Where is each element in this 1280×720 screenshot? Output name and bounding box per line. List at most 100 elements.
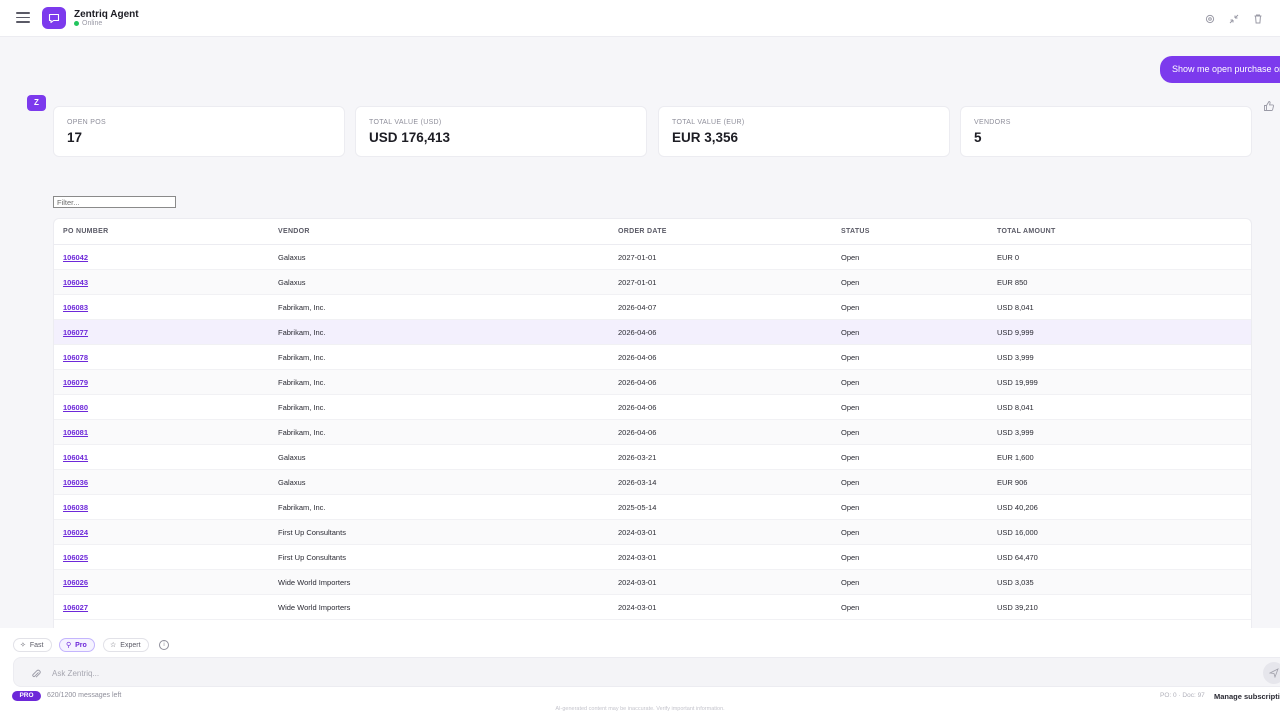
status-dot-icon	[74, 21, 79, 26]
table-row[interactable]: 106078 Fabrikam, Inc. 2026-04-06 Open USD 3,…	[54, 345, 1251, 370]
po-number-link[interactable]: 106041	[63, 453, 88, 462]
order-date-cell: 2026-04-06	[618, 428, 657, 437]
total-amount-cell: USD 40,206	[997, 503, 1038, 512]
menu-icon[interactable]	[16, 12, 30, 24]
total-amount-cell: USD 3,999	[997, 353, 1034, 362]
paperclip-icon[interactable]	[30, 667, 42, 679]
minimize-icon[interactable]	[1228, 12, 1240, 24]
order-date-cell: 2027-01-01	[618, 278, 657, 287]
status-cell: Open	[841, 578, 860, 587]
table-row[interactable]: 106042 Galaxus 2027-01-01 Open EUR 0	[54, 245, 1251, 270]
user-message-bubble: Show me open purchase orders	[1160, 56, 1280, 83]
messages-left: 620/1200 messages left	[47, 692, 122, 699]
po-number-link[interactable]: 106025	[63, 553, 88, 562]
status-cell: Open	[841, 378, 860, 387]
agent-avatar: Z	[27, 95, 46, 111]
send-button[interactable]	[1263, 662, 1280, 684]
vendor-cell: Fabrikam, Inc.	[278, 428, 326, 437]
total-amount-cell: USD 16,000	[997, 528, 1038, 537]
thumbs-up-icon[interactable]	[1263, 99, 1275, 111]
gear-icon[interactable]	[1204, 12, 1216, 24]
table-row[interactable]: 106080 Fabrikam, Inc. 2026-04-06 Open USD 8,…	[54, 395, 1251, 420]
kpi-value: EUR 3,356	[672, 130, 739, 145]
vendor-cell: First Up Consultants	[278, 528, 346, 537]
kpi-value: USD 176,413	[369, 130, 451, 145]
mode-fast-button[interactable]: ✧ Fast	[13, 638, 52, 652]
disclaimer: AI-generated content may be inaccurate. …	[555, 706, 725, 712]
po-number-link[interactable]: 106042	[63, 253, 88, 262]
status-label: Online	[82, 20, 103, 27]
chat-input[interactable]	[52, 666, 1202, 680]
order-date-cell: 2024-03-01	[618, 578, 657, 587]
vendor-cell: Fabrikam, Inc.	[278, 378, 326, 387]
po-number-link[interactable]: 106083	[63, 303, 88, 312]
kpi-label: TOTAL VALUE (USD)	[369, 119, 442, 126]
table-row[interactable]: 106025 First Up Consultants 2024-03-01 Open…	[54, 545, 1251, 570]
order-date-cell: 2026-04-06	[618, 378, 657, 387]
table-row[interactable]: 106026 Wide World Importers 2024-03-01 Open…	[54, 570, 1251, 595]
order-date-cell: 2026-04-06	[618, 328, 657, 337]
po-number-link[interactable]: 106079	[63, 378, 88, 387]
column-header-status[interactable]: STATUS	[841, 228, 870, 235]
po-number-link[interactable]: 106078	[63, 353, 88, 362]
total-amount-cell: USD 8,041	[997, 403, 1034, 412]
status-cell: Open	[841, 278, 860, 287]
column-header-po-number[interactable]: PO NUMBER	[63, 228, 108, 235]
trash-icon[interactable]	[1252, 12, 1264, 24]
table-row[interactable]: 106083 Fabrikam, Inc. 2026-04-07 Open USD 8,…	[54, 295, 1251, 320]
po-number-link[interactable]: 106080	[63, 403, 88, 412]
table-row[interactable]: 106079 Fabrikam, Inc. 2026-04-06 Open USD 19…	[54, 370, 1251, 395]
filter-input[interactable]	[53, 196, 176, 208]
po-number-link[interactable]: 106038	[63, 503, 88, 512]
table-row[interactable]: 106043 Galaxus 2027-01-01 Open EUR 850	[54, 270, 1251, 295]
status-cell: Open	[841, 303, 860, 312]
manage-subscription-link[interactable]: Manage subscription	[1214, 692, 1280, 701]
po-number-link[interactable]: 106081	[63, 428, 88, 437]
total-amount-cell: EUR 0	[997, 253, 1020, 262]
status-cell: Open	[841, 453, 860, 462]
vendor-cell: Fabrikam, Inc.	[278, 303, 326, 312]
mode-pro-button[interactable]: ⚲ Pro	[59, 638, 95, 652]
vendor-cell: Wide World Importers	[278, 603, 351, 612]
vendor-cell: First Up Consultants	[278, 553, 346, 562]
mode-expert-button[interactable]: ☆ Expert	[103, 638, 149, 652]
po-number-link[interactable]: 106026	[63, 578, 88, 587]
column-header-order-date[interactable]: ORDER DATE	[618, 228, 667, 235]
status-cell: Open	[841, 353, 860, 362]
table-row[interactable]: 106038 Fabrikam, Inc. 2025-05-14 Open USD 40…	[54, 495, 1251, 520]
mode-label: Pro	[75, 641, 87, 649]
po-number-link[interactable]: 106027	[63, 603, 88, 612]
po-number-link[interactable]: 106043	[63, 278, 88, 287]
table-row[interactable]: 106041 Galaxus 2026-03-21 Open EUR 1,600	[54, 445, 1251, 470]
vendor-cell: Galaxus	[278, 278, 306, 287]
total-amount-cell: USD 9,999	[997, 328, 1034, 337]
order-date-cell: 2025-05-14	[618, 503, 657, 512]
order-date-cell: 2026-04-06	[618, 403, 657, 412]
table-row[interactable]: 106081 Fabrikam, Inc. 2026-04-06 Open USD 3,…	[54, 420, 1251, 445]
table-row[interactable]: 106024 First Up Consultants 2024-03-01 Open…	[54, 520, 1251, 545]
po-number-link[interactable]: 106024	[63, 528, 88, 537]
po-doc-counter: PO: 0 · Doc: 97	[1160, 692, 1205, 699]
table-row[interactable]: 106036 Galaxus 2026-03-14 Open EUR 906	[54, 470, 1251, 495]
app-title: Zentriq Agent	[74, 9, 139, 20]
pin-icon: ⚲	[66, 642, 72, 649]
chat-input-bar	[13, 657, 1280, 687]
mode-label: Fast	[29, 641, 44, 649]
status-cell: Open	[841, 428, 860, 437]
total-amount-cell: EUR 850	[997, 278, 1028, 287]
total-amount-cell: USD 3,999	[997, 428, 1034, 437]
status-cell: Open	[841, 478, 860, 487]
po-number-link[interactable]: 106077	[63, 328, 88, 337]
po-number-link[interactable]: 106036	[63, 478, 88, 487]
table-row[interactable]: 106027 Wide World Importers 2024-03-01 Open…	[54, 595, 1251, 620]
status-cell: Open	[841, 603, 860, 612]
table-row[interactable]: 106077 Fabrikam, Inc. 2026-04-06 Open USD 9,…	[54, 320, 1251, 345]
info-icon[interactable]: i	[159, 640, 169, 650]
column-header-total-amount[interactable]: TOTAL AMOUNT	[997, 228, 1056, 235]
order-date-cell: 2026-03-21	[618, 453, 657, 462]
status-cell: Open	[841, 328, 860, 337]
total-amount-cell: EUR 906	[997, 478, 1028, 487]
app-header: Zentriq Agent Online	[0, 0, 1280, 37]
column-header-vendor[interactable]: VENDOR	[278, 228, 310, 235]
status-cell: Open	[841, 253, 860, 262]
